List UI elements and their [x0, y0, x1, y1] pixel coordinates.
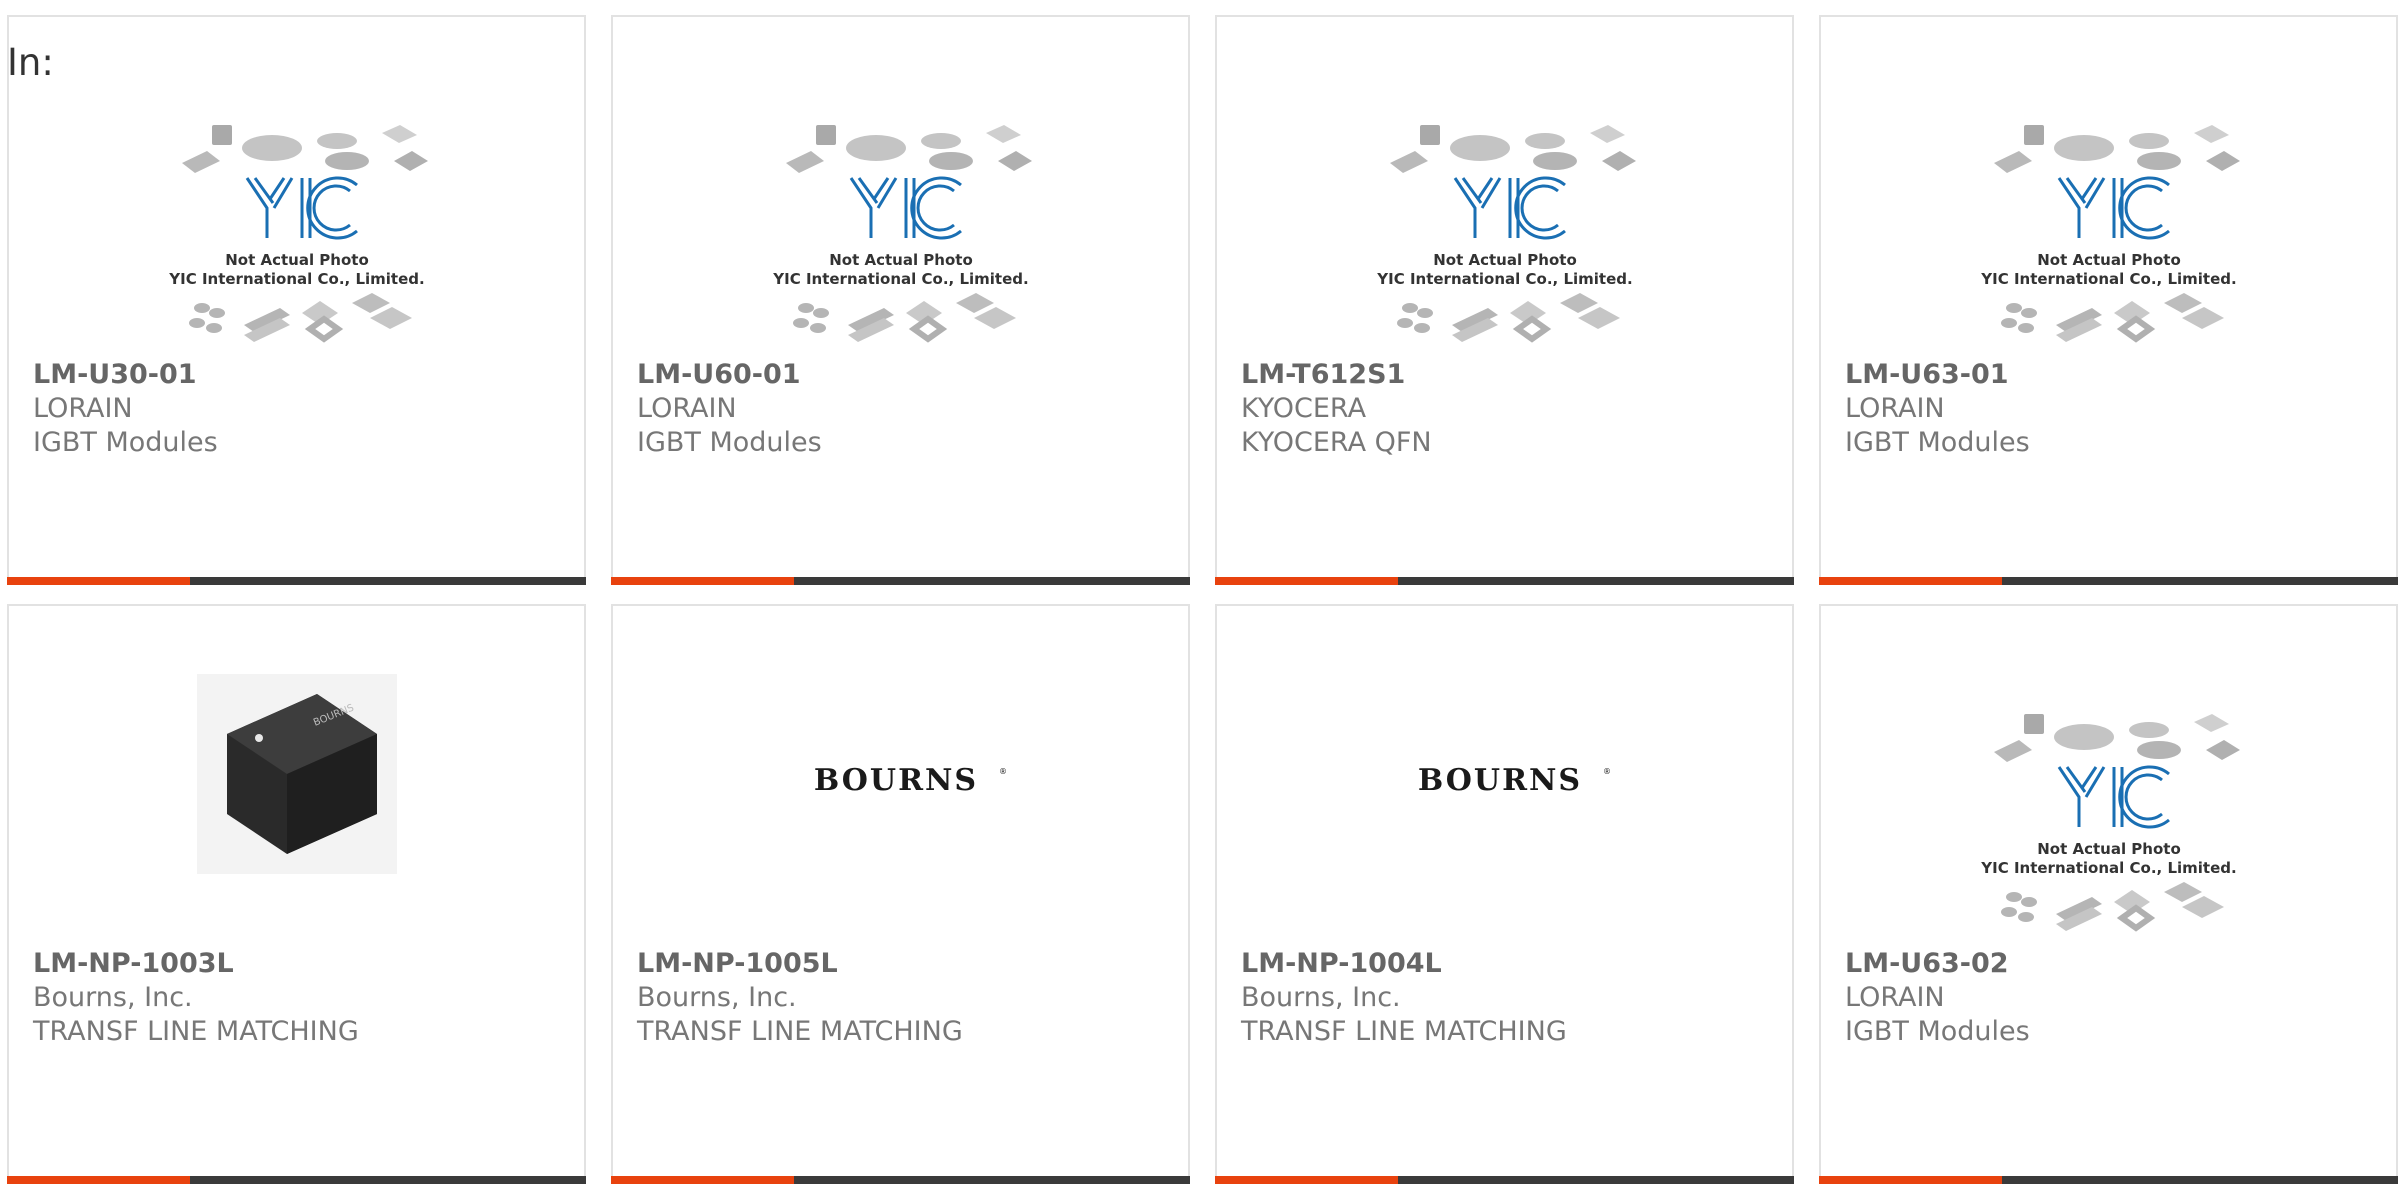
results-in-label: In:: [7, 41, 54, 84]
category-label: KYOCERA QFN: [1241, 427, 1432, 458]
product-placeholder-image[interactable]: Not Actual Photo YIC International Co., …: [1974, 692, 2244, 952]
product-info: LM-U63-02 LORAIN IGBT Modules: [1845, 947, 2030, 1049]
card-bottom-bar: [7, 577, 586, 585]
product-placeholder-image[interactable]: Not Actual Photo YIC International Co., …: [1370, 103, 1640, 363]
category-label: IGBT Modules: [1845, 427, 2030, 458]
manufacturer-label: LORAIN: [33, 393, 133, 424]
manufacturer-label: Bourns, Inc.: [33, 982, 193, 1013]
category-label: IGBT Modules: [637, 427, 822, 458]
product-card[interactable]: Not Actual Photo YIC International Co., …: [611, 15, 1190, 585]
part-number-link[interactable]: LM-NP-1003L: [33, 947, 359, 981]
manufacturer-label: LORAIN: [637, 393, 737, 424]
product-info: LM-U60-01 LORAIN IGBT Modules: [637, 358, 822, 460]
card-bar-accent: [7, 1176, 190, 1184]
manufacturer-label: LORAIN: [1845, 982, 1945, 1013]
card-bar-accent: [7, 577, 190, 585]
card-bar-accent: [1215, 1176, 1398, 1184]
svg-text:®: ®: [999, 767, 1007, 776]
svg-text:YIC International Co., Limited: YIC International Co., Limited.: [772, 270, 1028, 288]
card-bottom-bar: [1819, 1176, 2398, 1184]
product-info: LM-U63-01 LORAIN IGBT Modules: [1845, 358, 2030, 460]
part-number-link[interactable]: LM-U60-01: [637, 358, 822, 392]
card-bar-accent: [1215, 577, 1398, 585]
category-label: IGBT Modules: [33, 427, 218, 458]
category-label: TRANSF LINE MATCHING: [637, 1016, 963, 1047]
manufacturer-label: Bourns, Inc.: [637, 982, 797, 1013]
product-card[interactable]: Not Actual Photo YIC International Co., …: [1215, 15, 1794, 585]
svg-text:YIC International Co., Limited: YIC International Co., Limited.: [1376, 270, 1632, 288]
svg-text:Not Actual Photo: Not Actual Photo: [2037, 251, 2181, 269]
card-bottom-bar: [7, 1176, 586, 1184]
card-bar-accent: [1819, 1176, 2002, 1184]
svg-text:®: ®: [1603, 767, 1611, 776]
card-bottom-bar: [1819, 577, 2398, 585]
product-card[interactable]: BOURNS ® LM-NP-1005L Bourns, Inc. TRANSF L…: [611, 604, 1190, 1184]
manufacturer-label: KYOCERA: [1241, 393, 1367, 424]
bourns-logo-image[interactable]: BOURNS ®: [791, 760, 1011, 800]
part-number-link[interactable]: LM-U63-01: [1845, 358, 2030, 392]
svg-text:BOURNS: BOURNS: [813, 763, 977, 798]
card-bottom-bar: [1215, 1176, 1794, 1184]
part-number-link[interactable]: LM-NP-1004L: [1241, 947, 1567, 981]
svg-text:BOURNS: BOURNS: [1417, 763, 1581, 798]
part-number-link[interactable]: LM-U30-01: [33, 358, 218, 392]
part-number-link[interactable]: LM-T612S1: [1241, 358, 1432, 392]
card-bottom-bar: [611, 1176, 1190, 1184]
card-bar-accent: [611, 1176, 794, 1184]
svg-text:Not Actual Photo: Not Actual Photo: [1433, 251, 1577, 269]
product-card[interactable]: BOURNS ® LM-NP-1004L Bourns, Inc. TRANSF L…: [1215, 604, 1794, 1184]
part-number-link[interactable]: LM-NP-1005L: [637, 947, 963, 981]
category-label: IGBT Modules: [1845, 1016, 2030, 1047]
svg-text:YIC International Co., Limited: YIC International Co., Limited.: [1980, 270, 2236, 288]
svg-text:YIC International Co., Limited: YIC International Co., Limited.: [168, 270, 424, 288]
svg-text:Not Actual Photo: Not Actual Photo: [829, 251, 973, 269]
manufacturer-label: Bourns, Inc.: [1241, 982, 1401, 1013]
category-label: TRANSF LINE MATCHING: [1241, 1016, 1567, 1047]
product-placeholder-image[interactable]: Not Actual Photo YIC International Co., …: [162, 103, 432, 363]
card-bottom-bar: [611, 577, 1190, 585]
product-placeholder-image[interactable]: Not Actual Photo YIC International Co., …: [766, 103, 1036, 363]
svg-text:YIC International Co., Limited: YIC International Co., Limited.: [1980, 859, 2236, 877]
product-info: LM-U30-01 LORAIN IGBT Modules: [33, 358, 218, 460]
manufacturer-label: LORAIN: [1845, 393, 1945, 424]
part-number-link[interactable]: LM-U63-02: [1845, 947, 2030, 981]
product-card[interactable]: Not Actual Photo YIC International Co., …: [7, 15, 586, 585]
product-info: LM-NP-1005L Bourns, Inc. TRANSF LINE MATCH…: [637, 947, 963, 1049]
category-label: TRANSF LINE MATCHING: [33, 1016, 359, 1047]
product-card[interactable]: Not Actual Photo YIC International Co., …: [1819, 604, 2398, 1184]
card-bar-accent: [611, 577, 794, 585]
svg-text:Not Actual Photo: Not Actual Photo: [2037, 840, 2181, 858]
product-info: LM-NP-1004L Bourns, Inc. TRANSF LINE MATCH…: [1241, 947, 1567, 1049]
bourns-logo-image[interactable]: BOURNS ®: [1395, 760, 1615, 800]
product-placeholder-image[interactable]: Not Actual Photo YIC International Co., …: [1974, 103, 2244, 363]
svg-text:Not Actual Photo: Not Actual Photo: [225, 251, 369, 269]
product-info: LM-NP-1003L Bourns, Inc. TRANSF LINE MATCH…: [33, 947, 359, 1049]
product-card[interactable]: Not Actual Photo YIC International Co., …: [1819, 15, 2398, 585]
product-card[interactable]: BOURNS LM-NP-1003L Bourns, Inc. TRANSF LIN…: [7, 604, 586, 1184]
product-info: LM-T612S1 KYOCERA KYOCERA QFN: [1241, 358, 1432, 460]
card-bottom-bar: [1215, 577, 1794, 585]
card-bar-accent: [1819, 577, 2002, 585]
product-photo[interactable]: BOURNS: [196, 674, 397, 874]
